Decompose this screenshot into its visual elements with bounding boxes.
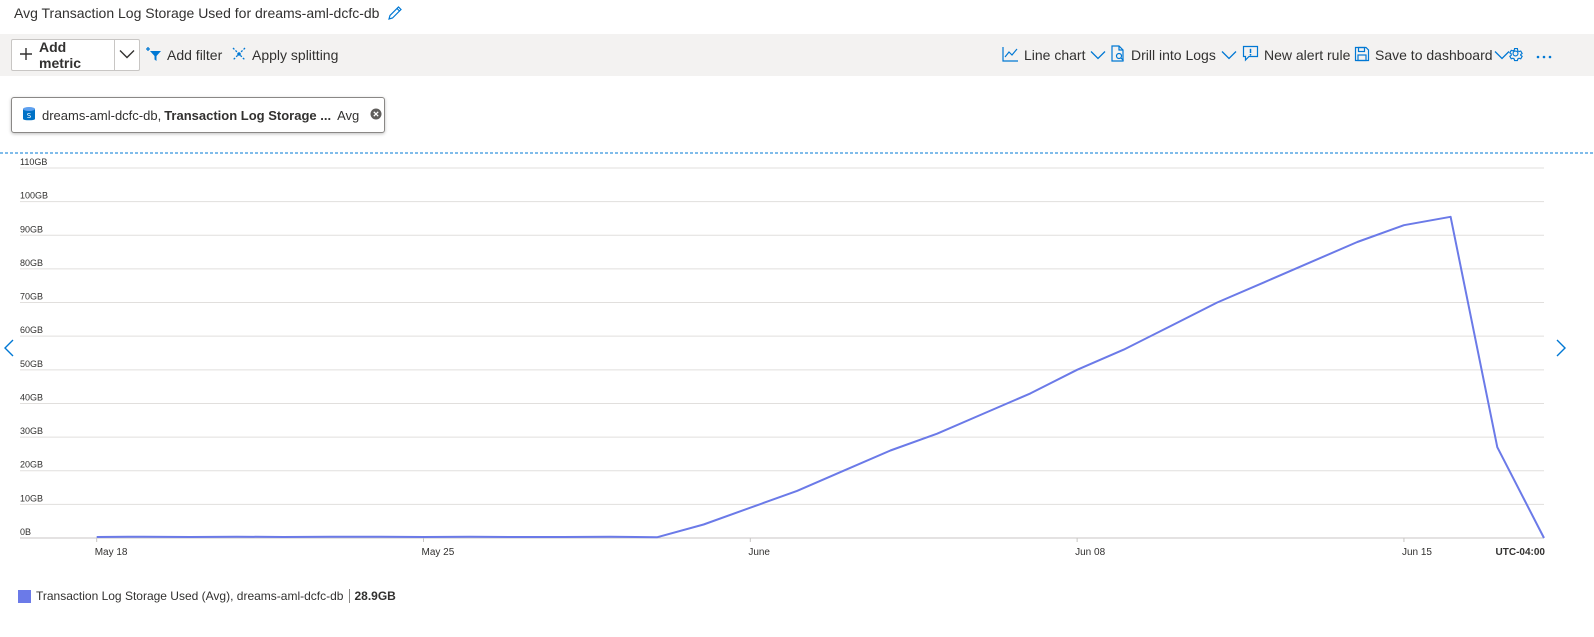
splitting-icon	[231, 46, 247, 65]
y-tick-label: 80GB	[20, 258, 43, 268]
y-tick-label: 70GB	[20, 292, 43, 302]
more-options-button[interactable]	[1535, 34, 1553, 76]
line-chart[interactable]: 0B 10GB 20GB 30GB 40GB 50GB 60GB 70GB 80GB 90GB 10…	[0, 148, 1594, 568]
chart-scroll-right-button[interactable]	[1554, 338, 1568, 358]
metric-pill-aggregation: Avg	[337, 107, 360, 123]
y-tick-label: 0B	[20, 527, 31, 537]
chart-title-row: Avg Transaction Log Storage Used for dre…	[14, 2, 403, 24]
y-tick-label: 60GB	[20, 325, 43, 335]
chart-title: Avg Transaction Log Storage Used for dre…	[14, 5, 380, 21]
x-tick-label: May 18	[95, 547, 128, 558]
legend-label: Transaction Log Storage Used (Avg), drea…	[36, 589, 344, 603]
line-chart-icon	[1002, 46, 1019, 65]
svg-text:S: S	[27, 112, 32, 120]
add-metric-dropdown-button[interactable]	[115, 40, 139, 70]
new-alert-rule-label: New alert rule	[1264, 47, 1351, 63]
y-tick-label: 40GB	[20, 392, 43, 402]
metric-pill-metric: Transaction Log Storage ...	[164, 107, 332, 123]
add-filter-label: Add filter	[167, 47, 223, 63]
filter-icon	[145, 46, 162, 65]
timezone-label: UTC-04:00	[1496, 547, 1546, 558]
y-tick-label: 110GB	[20, 157, 47, 167]
add-filter-button[interactable]: Add filter	[145, 34, 222, 76]
save-to-dashboard-label: Save to dashboard	[1375, 47, 1493, 63]
remove-metric-icon[interactable]	[370, 108, 382, 123]
alert-icon	[1242, 45, 1259, 65]
logs-icon	[1110, 45, 1126, 65]
sql-database-icon: S	[22, 106, 36, 125]
plus-icon	[19, 47, 33, 64]
add-metric-label: Add metric	[39, 39, 82, 71]
drill-into-logs-button[interactable]: Drill into Logs	[1110, 34, 1237, 76]
apply-splitting-label: Apply splitting	[252, 47, 339, 63]
drill-into-logs-label: Drill into Logs	[1131, 47, 1216, 63]
y-tick-label: 90GB	[20, 224, 43, 234]
line-chart-label: Line chart	[1024, 47, 1086, 63]
chevron-right-icon	[1554, 339, 1568, 362]
legend-value: 28.9GB	[354, 589, 396, 603]
chevron-down-icon	[1221, 47, 1237, 63]
line-chart-button[interactable]: Line chart	[1002, 34, 1106, 76]
chevron-left-icon	[2, 339, 16, 362]
save-to-dashboard-button[interactable]: Save to dashboard	[1354, 34, 1510, 76]
pencil-edit-icon[interactable]	[387, 5, 403, 21]
x-tick-label: Jun 08	[1075, 547, 1105, 558]
metric-pill-resource: dreams-aml-dcfc-db,	[42, 107, 162, 123]
y-tick-label: 10GB	[20, 493, 43, 503]
legend-divider	[349, 589, 351, 603]
x-axis: May 18 May 25 June Jun 08 Jun 15	[95, 538, 1432, 558]
chart-scroll-left-button[interactable]	[2, 338, 16, 358]
y-tick-label: 50GB	[20, 359, 43, 369]
save-icon	[1354, 46, 1370, 65]
x-tick-label: May 25	[422, 547, 455, 558]
chevron-down-icon	[1090, 47, 1106, 63]
add-metric-button[interactable]: Add metric	[12, 39, 115, 71]
chart-series	[96, 215, 1545, 539]
new-alert-rule-button[interactable]: New alert rule	[1242, 34, 1350, 76]
y-tick-label: 100GB	[20, 191, 48, 201]
x-tick-label: Jun 15	[1402, 547, 1432, 558]
add-metric-split-button: Add metric	[11, 39, 140, 71]
y-tick-label: 30GB	[20, 426, 43, 436]
x-tick-label: June	[748, 547, 770, 558]
metric-pill[interactable]: S dreams-aml-dcfc-db, Transaction Log St…	[11, 97, 385, 133]
chevron-down-icon	[119, 46, 135, 64]
apply-splitting-button[interactable]: Apply splitting	[231, 34, 338, 76]
gear-icon	[1507, 45, 1524, 65]
chart-legend-item[interactable]: Transaction Log Storage Used (Avg), drea…	[18, 588, 396, 604]
y-axis: 0B 10GB 20GB 30GB 40GB 50GB 60GB 70GB 80GB 90GB 10…	[20, 157, 48, 537]
settings-button[interactable]	[1507, 34, 1524, 76]
metrics-toolbar: Add metric Add filter Apply splitting Li…	[0, 34, 1594, 76]
chart-grid	[20, 167, 1544, 539]
ellipsis-icon	[1535, 47, 1553, 63]
y-tick-label: 20GB	[20, 460, 43, 470]
series-line[interactable]	[96, 215, 1545, 539]
legend-color-swatch	[18, 589, 31, 603]
